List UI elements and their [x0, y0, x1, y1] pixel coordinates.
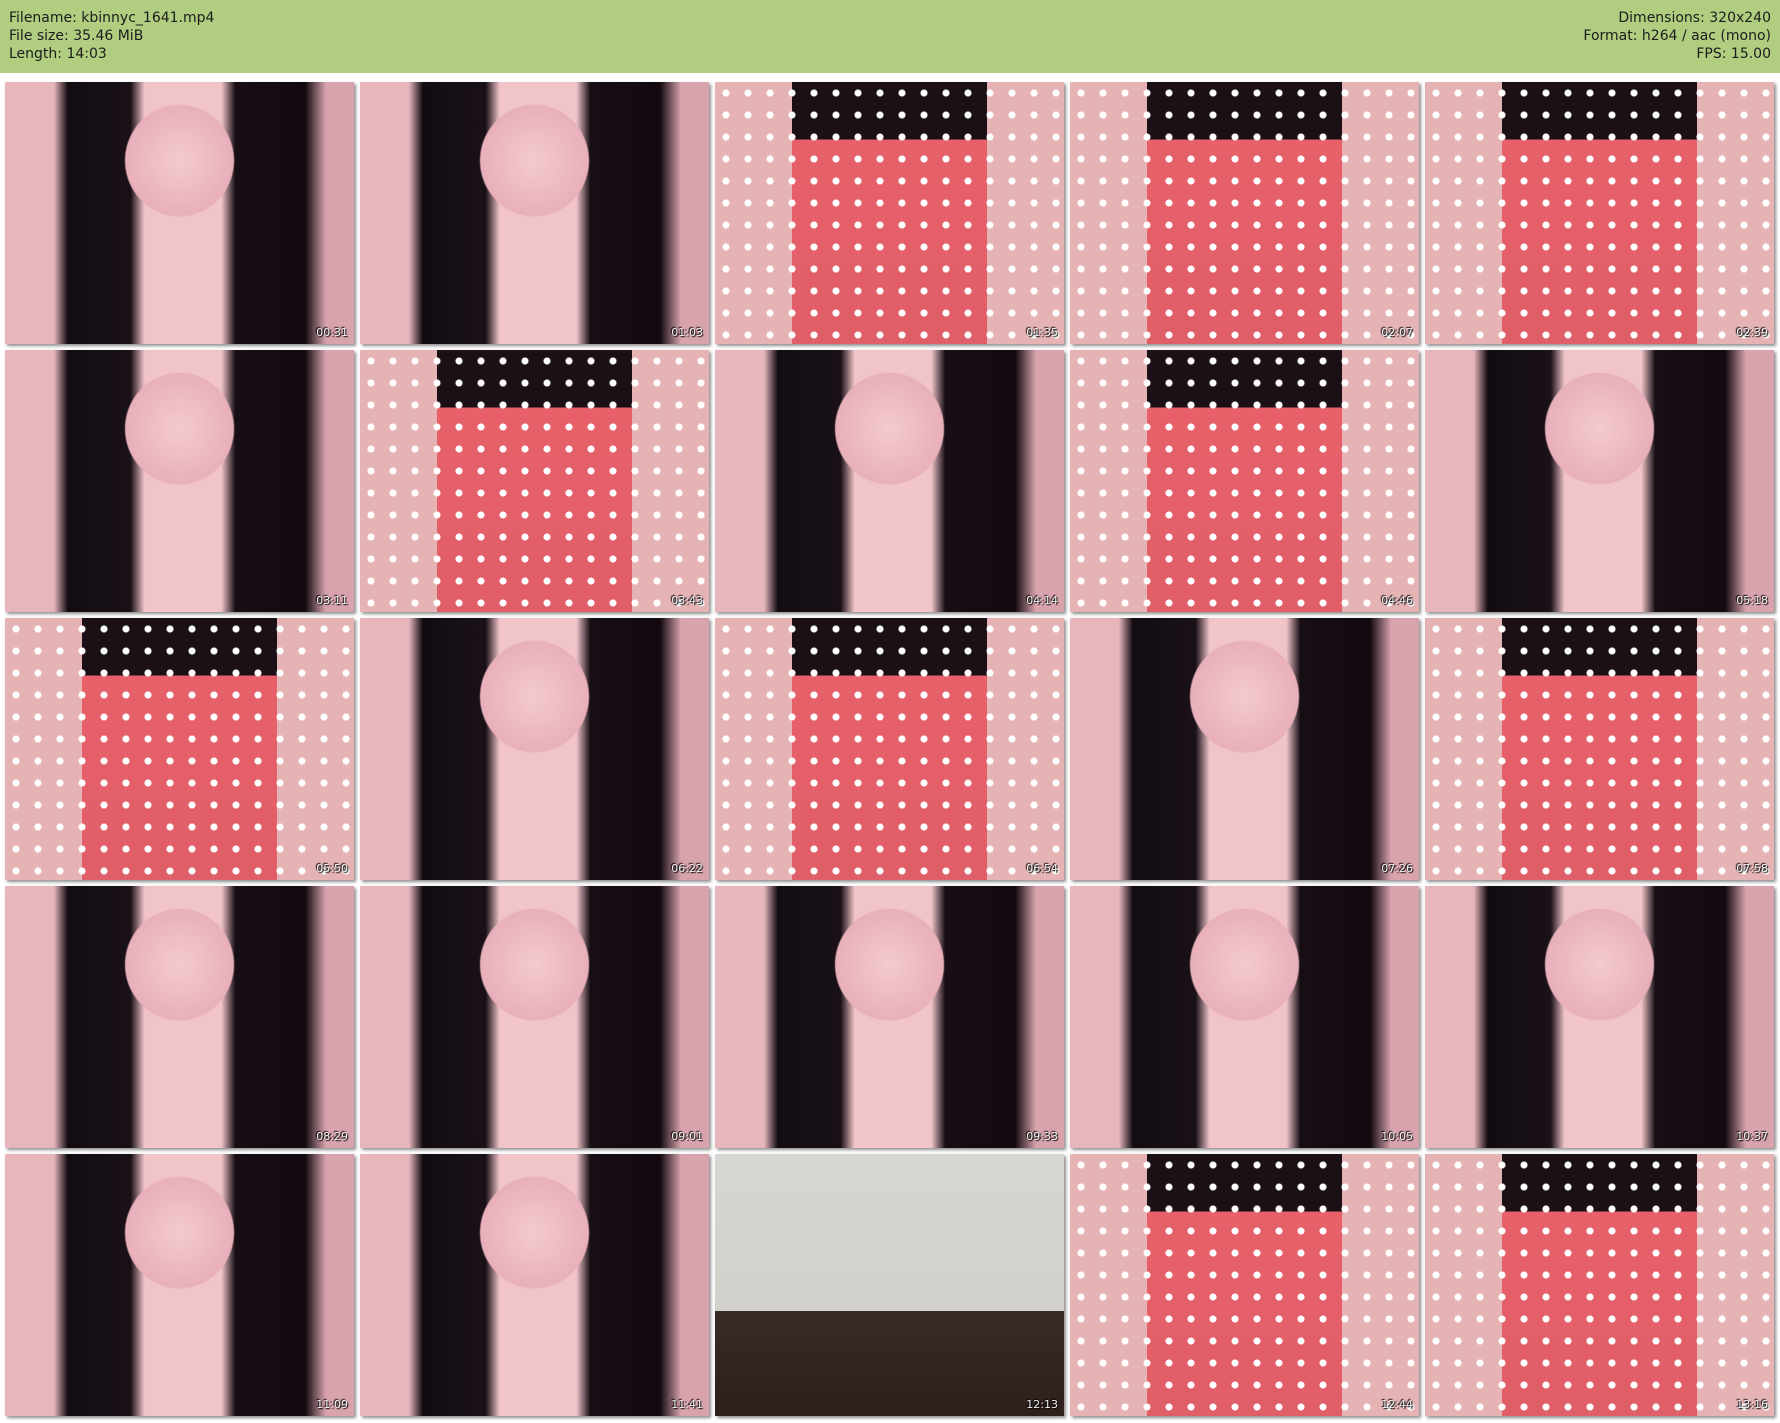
- video-thumbnail: 07:58: [1425, 618, 1774, 880]
- thumbnail-timestamp: 09:01: [671, 1130, 703, 1143]
- video-thumbnail: 10:05: [1070, 886, 1419, 1148]
- thumbnail-timestamp: 07:26: [1381, 862, 1413, 875]
- video-thumbnail: 04:46: [1070, 350, 1419, 612]
- video-thumbnail: 01:35: [715, 82, 1064, 344]
- thumbnail-timestamp: 07:58: [1736, 862, 1768, 875]
- thumbnail-timestamp: 02:07: [1381, 326, 1413, 339]
- thumbnail-timestamp: 01:03: [671, 326, 703, 339]
- file-info-right: Dimensions: 320x240 Format: h264 / aac (…: [1583, 9, 1771, 63]
- thumbnail-timestamp: 00:31: [316, 326, 348, 339]
- video-thumbnail: 06:54: [715, 618, 1064, 880]
- thumbnail-timestamp: 12:44: [1381, 1398, 1413, 1411]
- file-info-left: Filename: kbinnyc_1641.mp4 File size: 35…: [9, 9, 214, 63]
- thumbnail-timestamp: 08:29: [316, 1130, 348, 1143]
- video-thumbnail: 03:43: [360, 350, 709, 612]
- video-thumbnail: 02:39: [1425, 82, 1774, 344]
- thumbnail-timestamp: 09:33: [1026, 1130, 1058, 1143]
- thumbnail-timestamp: 11:41: [671, 1398, 703, 1411]
- video-thumbnail: 08:29: [5, 886, 354, 1148]
- video-thumbnail: 11:09: [5, 1154, 354, 1416]
- thumbnail-timestamp: 01:35: [1026, 326, 1058, 339]
- thumbnail-timestamp: 05:18: [1736, 594, 1768, 607]
- video-thumbnail: 06:22: [360, 618, 709, 880]
- dimensions-label: Dimensions: 320x240: [1618, 10, 1771, 26]
- video-thumbnail: 01:03: [360, 82, 709, 344]
- video-thumbnail: 13:16: [1425, 1154, 1774, 1416]
- thumbnail-timestamp: 13:16: [1736, 1398, 1768, 1411]
- thumbnail-grid: 00:31 01:03 01:35 02:07 02:39 03:11 03:43 04:14…: [5, 82, 1774, 1416]
- video-thumbnail: 11:41: [360, 1154, 709, 1416]
- length-label: Length: 14:03: [9, 46, 107, 62]
- thumbnail-timestamp: 06:54: [1026, 862, 1058, 875]
- thumbnail-timestamp: 04:46: [1381, 594, 1413, 607]
- video-thumbnail: 12:13: [715, 1154, 1064, 1416]
- filename-label: Filename: kbinnyc_1641.mp4: [9, 10, 215, 26]
- video-thumbnail: 05:18: [1425, 350, 1774, 612]
- thumbnail-timestamp: 02:39: [1736, 326, 1768, 339]
- video-thumbnail: 05:50: [5, 618, 354, 880]
- filesize-label: File size: 35.46 MiB: [9, 28, 144, 44]
- thumbnail-timestamp: 04:14: [1026, 594, 1058, 607]
- thumbnail-timestamp: 10:37: [1736, 1130, 1768, 1143]
- thumbnail-timestamp: 03:43: [671, 594, 703, 607]
- video-thumbnail: 09:01: [360, 886, 709, 1148]
- fps-label: FPS: 15.00: [1696, 46, 1771, 62]
- video-thumbnail: 12:44: [1070, 1154, 1419, 1416]
- video-thumbnail: 02:07: [1070, 82, 1419, 344]
- video-thumbnail: 09:33: [715, 886, 1064, 1148]
- format-label: Format: h264 / aac (mono): [1583, 28, 1771, 44]
- thumbnail-timestamp: 12:13: [1026, 1398, 1058, 1411]
- thumbnail-timestamp: 03:11: [316, 594, 348, 607]
- thumbnail-timestamp: 06:22: [671, 862, 703, 875]
- video-thumbnail: 04:14: [715, 350, 1064, 612]
- video-thumbnail: 00:31: [5, 82, 354, 344]
- video-thumbnail: 03:11: [5, 350, 354, 612]
- video-thumbnail: 07:26: [1070, 618, 1419, 880]
- video-thumbnail: 10:37: [1425, 886, 1774, 1148]
- thumbnail-timestamp: 10:05: [1381, 1130, 1413, 1143]
- thumbnail-timestamp: 11:09: [316, 1398, 348, 1411]
- thumbnail-timestamp: 05:50: [316, 862, 348, 875]
- file-info-header: Filename: kbinnyc_1641.mp4 File size: 35…: [0, 0, 1780, 73]
